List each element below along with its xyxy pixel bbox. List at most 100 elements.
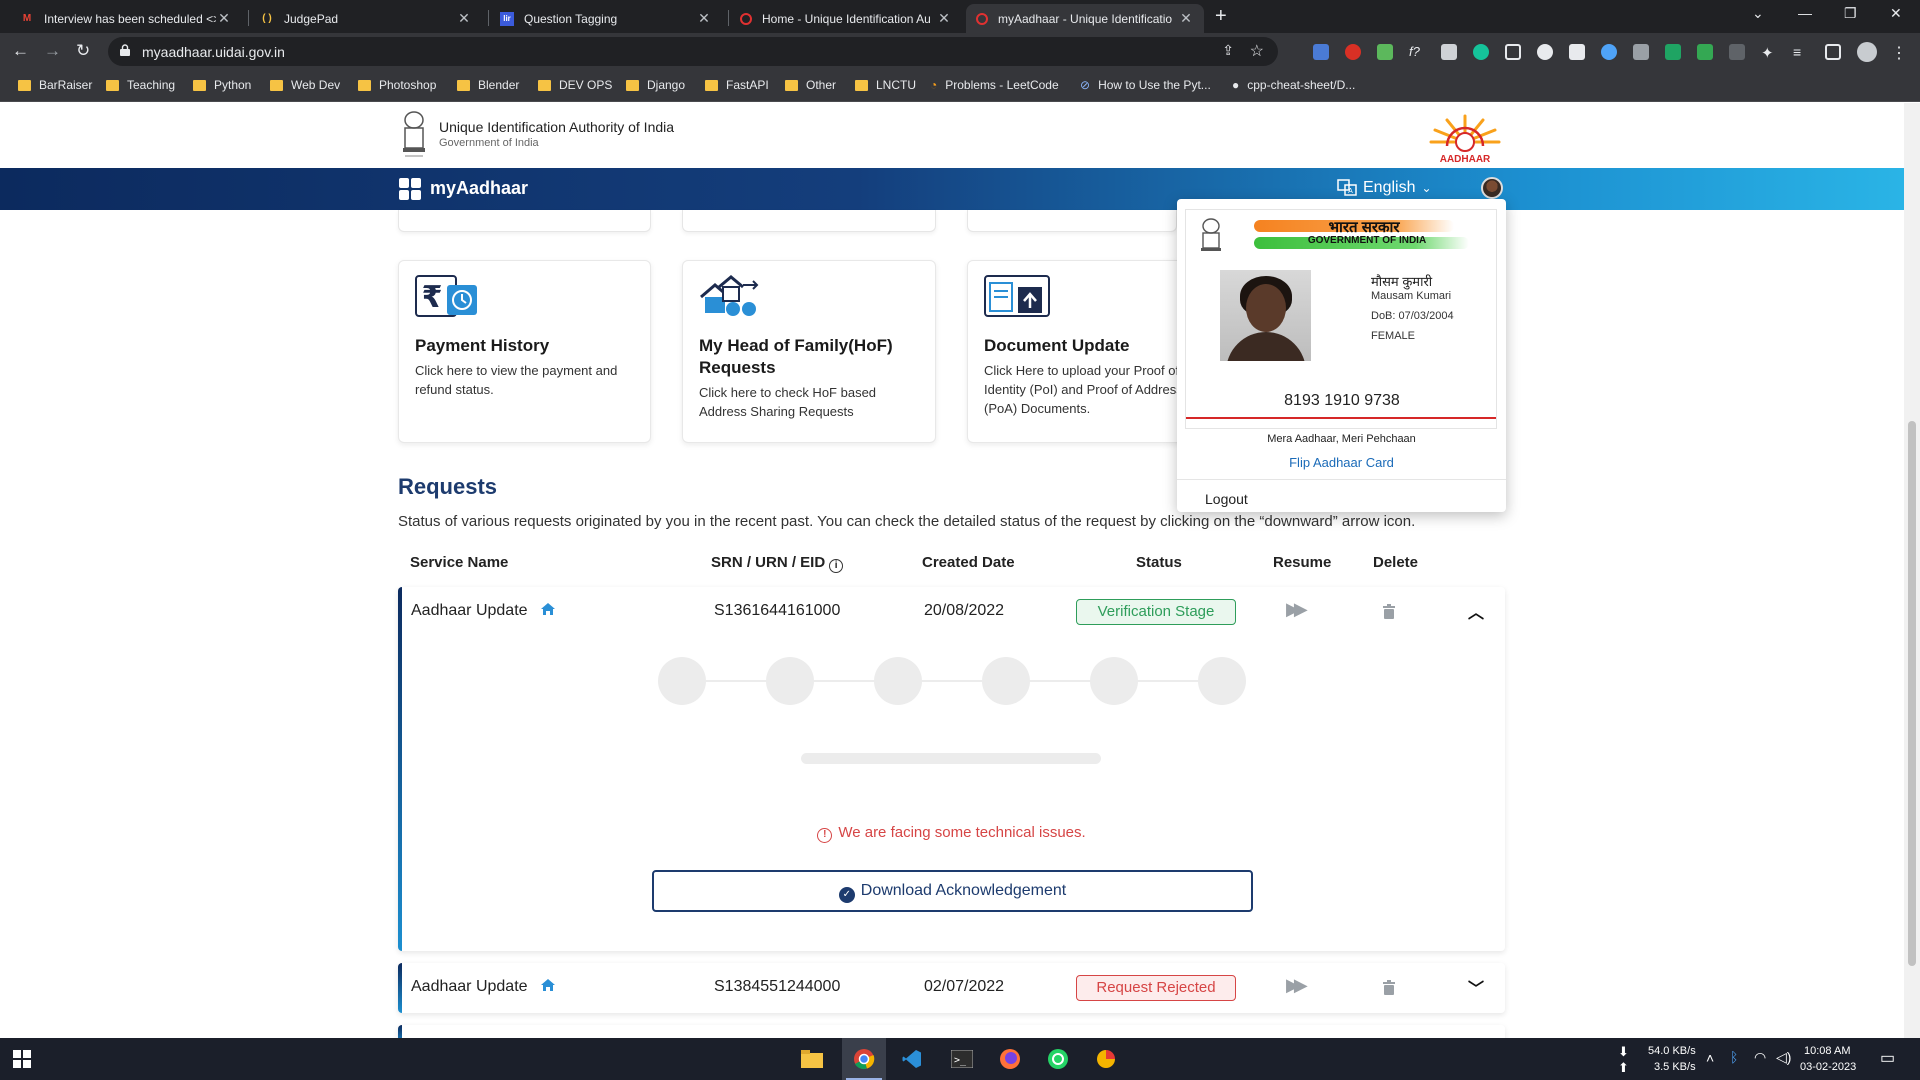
tray-expand-icon[interactable]: ˄: [1706, 1050, 1714, 1066]
share-icon[interactable]: ⇪: [1222, 42, 1234, 59]
extension-icon[interactable]: [1505, 44, 1521, 60]
browser-tab[interactable]: ( ) JudgePad ✕: [250, 4, 482, 33]
extension-icon[interactable]: [1345, 44, 1361, 60]
volume-icon[interactable]: ◁): [1776, 1049, 1791, 1066]
reload-icon[interactable]: ↻: [76, 41, 90, 61]
close-tab-icon[interactable]: ✕: [216, 10, 232, 27]
back-icon[interactable]: ←: [12, 41, 29, 61]
grammarly-icon[interactable]: [1473, 44, 1489, 60]
profile-avatar-icon[interactable]: [1857, 42, 1877, 62]
close-tab-icon[interactable]: ✕: [696, 10, 712, 27]
extension-icon[interactable]: [1665, 44, 1681, 60]
chevron-down-icon: ⌄: [1421, 181, 1432, 195]
notifications-icon[interactable]: ▭: [1880, 1048, 1895, 1068]
bookmark-folder[interactable]: BarRaiser: [18, 78, 92, 92]
bookmark-folder[interactable]: Teaching: [106, 78, 175, 92]
browser-tab[interactable]: M Interview has been scheduled <> ✕: [10, 4, 242, 33]
clock-time[interactable]: 10:08 AM: [1804, 1045, 1850, 1057]
language-selector[interactable]: A English ⌄: [1337, 179, 1432, 197]
check-circle-icon: ✓: [838, 887, 855, 903]
extension-icon[interactable]: [1697, 44, 1713, 60]
uidai-icon: [976, 12, 988, 25]
wifi-icon[interactable]: ◠: [1754, 1049, 1766, 1066]
service-card-partial[interactable]: [398, 210, 651, 232]
bookmark-folder[interactable]: Python: [193, 78, 251, 92]
close-tab-icon[interactable]: ✕: [936, 10, 952, 27]
bookmark-link[interactable]: ◔ Problems - LeetCode: [930, 78, 1059, 92]
bookmark-folder[interactable]: LNCTU: [855, 78, 916, 92]
service-card-partial[interactable]: [682, 210, 936, 232]
bookmark-folder[interactable]: Photoshop: [358, 78, 436, 92]
close-window-icon[interactable]: ✕: [1890, 5, 1902, 22]
org-name: Unique Identification Authority of India: [439, 119, 675, 135]
forward-icon[interactable]: →: [44, 41, 61, 61]
vscode-icon[interactable]: [900, 1047, 924, 1071]
page-scrollbar[interactable]: [1904, 103, 1920, 1038]
request-row[interactable]: Aadhaar Update S1384551244000 02/07/2022…: [398, 963, 1505, 1013]
extensions-puzzle-icon[interactable]: ✦: [1761, 44, 1777, 62]
close-tab-icon[interactable]: ✕: [456, 10, 472, 27]
chevron-up-icon[interactable]: ︿: [1468, 599, 1484, 623]
folder-icon: [193, 79, 206, 91]
chevron-down-icon[interactable]: ﹀: [1468, 975, 1484, 999]
request-row-partial[interactable]: [398, 1025, 1505, 1038]
bookmark-folder[interactable]: DEV OPS: [538, 78, 612, 92]
profile-avatar[interactable]: [1481, 177, 1503, 199]
close-tab-icon[interactable]: ✕: [1178, 10, 1194, 27]
profile-dropdown: भारत सरकार GOVERNMENT OF INDIA मौसम कुमा…: [1177, 199, 1506, 512]
file-explorer-icon[interactable]: [800, 1047, 824, 1071]
formula-extension-icon[interactable]: f?: [1409, 44, 1425, 60]
delete-icon[interactable]: [1383, 604, 1395, 619]
windows-start-icon[interactable]: [10, 1047, 34, 1071]
extension-icon[interactable]: [1729, 44, 1745, 60]
reading-list-icon[interactable]: ≡: [1793, 44, 1809, 60]
bookmark-folder[interactable]: Web Dev: [270, 78, 340, 92]
browser-tab[interactable]: Home - Unique Identification Au ✕: [730, 4, 962, 33]
firefox-icon[interactable]: [998, 1047, 1022, 1071]
app-grid-icon[interactable]: [399, 178, 421, 200]
bookmark-link[interactable]: ⊘ How to Use the Pyt...: [1080, 78, 1211, 92]
extension-icon[interactable]: [1537, 44, 1553, 60]
app-icon[interactable]: [1094, 1047, 1118, 1071]
extension-icon[interactable]: [1633, 44, 1649, 60]
terminal-icon[interactable]: >_: [950, 1047, 974, 1071]
flip-aadhaar-card-link[interactable]: Flip Aadhaar Card: [1177, 455, 1506, 470]
logout-menu-item[interactable]: Logout: [1205, 491, 1248, 507]
resume-icon[interactable]: ▶▶: [1286, 975, 1308, 996]
bookmark-folder[interactable]: Blender: [457, 78, 519, 92]
clock-date[interactable]: 03-02-2023: [1800, 1061, 1856, 1073]
info-icon[interactable]: i: [829, 559, 844, 573]
chrome-menu-icon[interactable]: ⋮: [1891, 43, 1907, 62]
browser-tab[interactable]: lir Question Tagging ✕: [490, 4, 722, 33]
address-bar[interactable]: myaadhaar.uidai.gov.in ⇪ ☆: [108, 37, 1278, 66]
scrollbar-thumb[interactable]: [1908, 421, 1916, 966]
extension-icon[interactable]: [1377, 44, 1393, 60]
chrome-icon[interactable]: [852, 1047, 876, 1071]
tab-search-icon[interactable]: ⌄: [1752, 5, 1764, 22]
bookmark-link[interactable]: ● cpp-cheat-sheet/D...: [1232, 78, 1355, 92]
new-tab-icon[interactable]: +: [1215, 5, 1227, 28]
bookmark-folder[interactable]: Other: [785, 78, 836, 92]
whatsapp-icon[interactable]: [1046, 1047, 1070, 1071]
page-viewport: Unique Identification Authority of India…: [0, 103, 1904, 1038]
bookmark-folder[interactable]: Django: [626, 78, 685, 92]
app-title[interactable]: myAadhaar: [430, 178, 528, 199]
extension-icon[interactable]: [1441, 44, 1457, 60]
extension-icon[interactable]: [1601, 44, 1617, 60]
service-card-payment-history[interactable]: ₹ Payment History Click here to view the…: [398, 260, 651, 443]
minimize-icon[interactable]: —: [1798, 5, 1812, 21]
leetcode-icon: ◔: [930, 78, 938, 92]
extension-icon[interactable]: [1569, 44, 1585, 60]
translate-extension-icon[interactable]: [1313, 44, 1329, 60]
bookmark-star-icon[interactable]: ☆: [1250, 41, 1264, 61]
resume-icon[interactable]: ▶▶: [1286, 599, 1308, 620]
service-card-hof-requests[interactable]: My Head of Family(HoF) Requests Click he…: [682, 260, 936, 443]
side-panel-icon[interactable]: [1825, 44, 1841, 60]
restore-icon[interactable]: ❐: [1844, 5, 1857, 22]
download-acknowledgement-button[interactable]: ✓ Download Acknowledgement: [652, 870, 1253, 912]
service-card-partial[interactable]: [967, 210, 1177, 232]
delete-icon[interactable]: [1383, 980, 1395, 995]
bluetooth-icon[interactable]: ᛒ: [1730, 1049, 1738, 1065]
browser-tab-active[interactable]: myAadhaar - Unique Identificatio ✕: [966, 4, 1204, 33]
bookmark-folder[interactable]: FastAPI: [705, 78, 769, 92]
